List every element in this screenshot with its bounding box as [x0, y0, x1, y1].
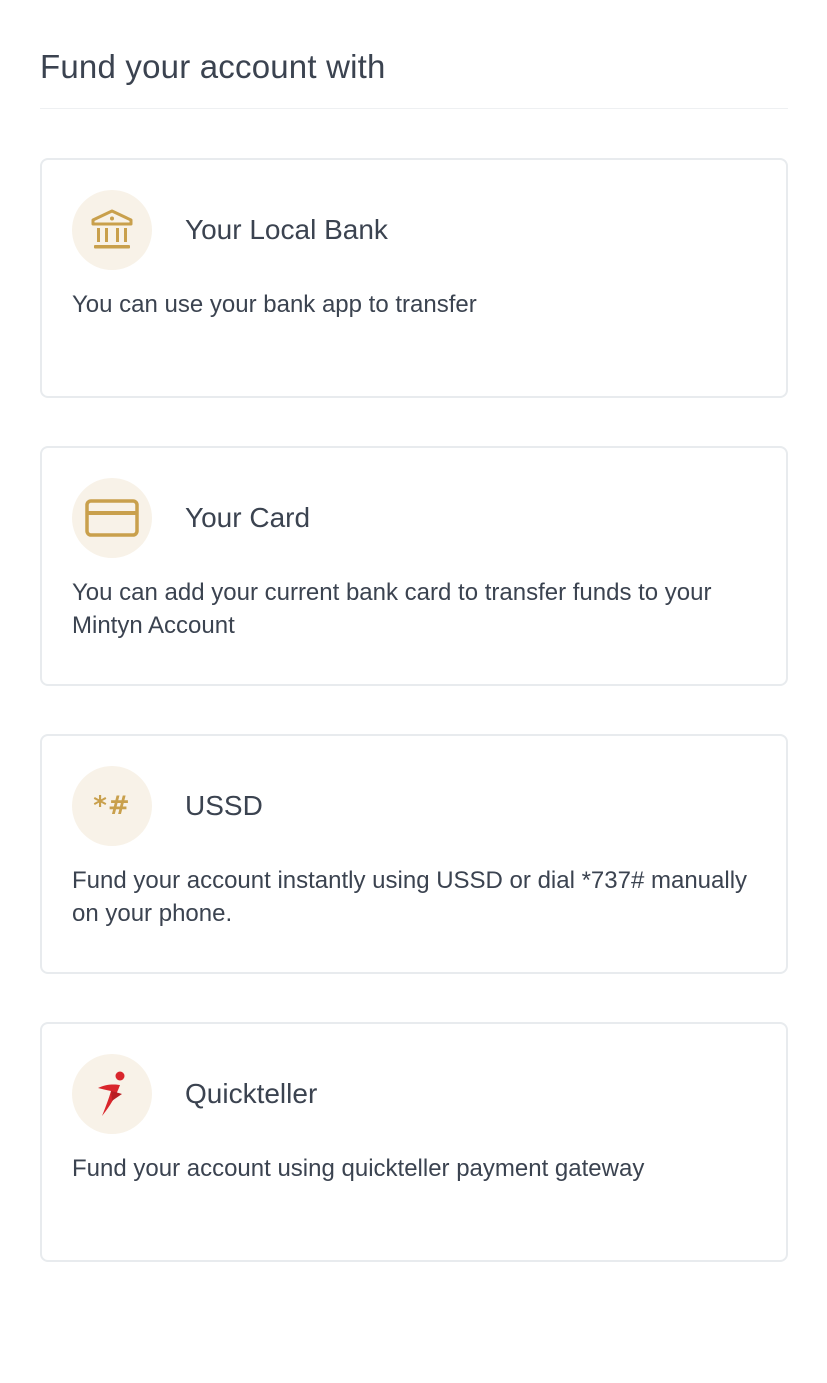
bank-icon — [91, 209, 133, 249]
option-card-local-bank[interactable]: Your Local Bank You can use your bank ap… — [40, 158, 788, 398]
bank-icon-badge — [72, 190, 152, 270]
ussd-icon: *# — [93, 791, 131, 821]
card-icon-badge — [72, 478, 152, 558]
quickteller-logo-icon — [98, 1071, 125, 1116]
quickteller-icon-badge — [72, 1054, 152, 1134]
divider — [40, 108, 788, 109]
option-description: You can add your current bank card to tr… — [72, 579, 712, 639]
option-description: Fund your account instantly using USSD o… — [72, 867, 748, 927]
page-title: Fund your account with — [40, 48, 386, 85]
option-title: Your Card — [185, 502, 311, 533]
option-card-ussd[interactable]: *# USSD Fund your account instantly usin… — [40, 734, 788, 974]
option-title: USSD — [185, 790, 263, 821]
option-description: You can use your bank app to transfer — [72, 291, 477, 318]
option-card-quickteller[interactable]: Quickteller Fund your account using quic… — [40, 1022, 788, 1262]
option-description: Fund your account using quickteller paym… — [72, 1155, 645, 1182]
card-icon — [85, 499, 139, 537]
option-title: Quickteller — [185, 1078, 318, 1109]
option-card-card[interactable]: Your Card You can add your current bank … — [40, 446, 788, 686]
fund-account-page: Fund your account with Your Local Bank Y… — [0, 0, 827, 1383]
option-title: Your Local Bank — [185, 214, 388, 245]
ussd-icon-badge: *# — [72, 766, 152, 846]
